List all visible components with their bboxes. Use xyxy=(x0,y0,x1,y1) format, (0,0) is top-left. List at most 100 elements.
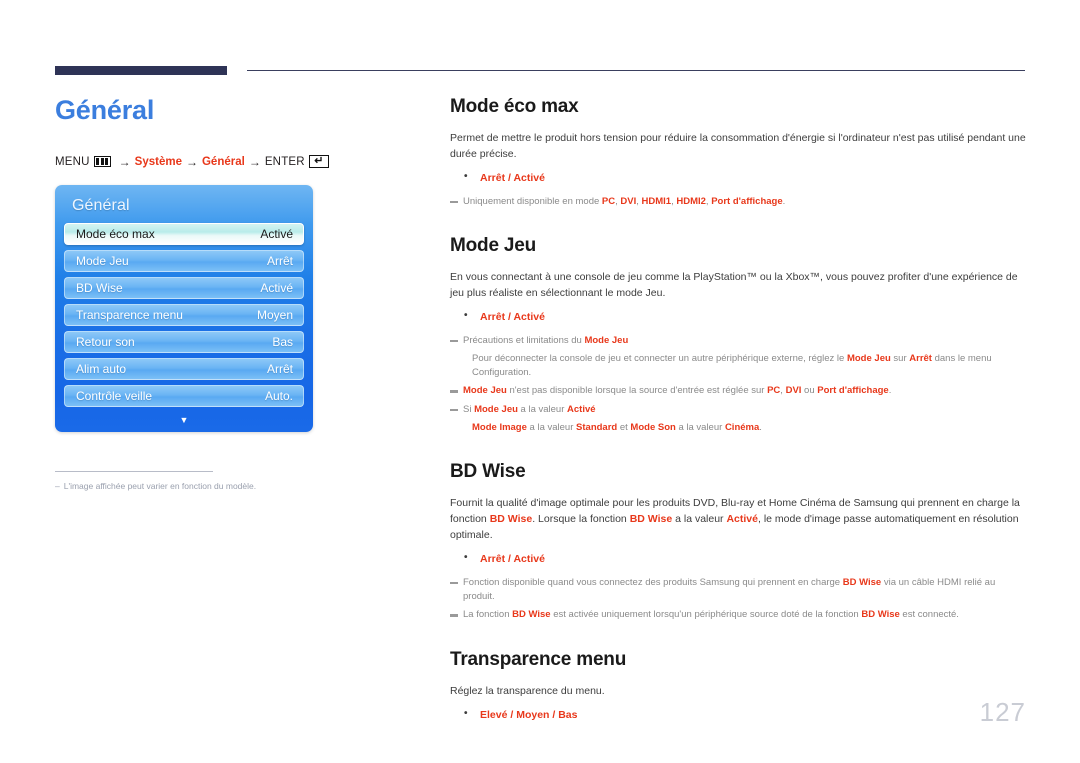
breadcrumb-menu-label: MENU xyxy=(55,155,90,168)
note-source-device: La fonction BD Wise est activée uniqueme… xyxy=(450,608,1028,622)
note-text: est activée uniquement lorsqu'un périphé… xyxy=(550,609,862,621)
footnote-text: L'image affichée peut varier en fonction… xyxy=(63,480,257,491)
note-if-active-detail: Mode Image a la valeur Standard et Mode … xyxy=(450,421,1028,435)
note-availability: Uniquement disponible en mode PC, DVI, H… xyxy=(450,195,1028,209)
note-bold-displayport: Port d'affichage xyxy=(711,195,783,207)
option-item: Arrêt / Activé xyxy=(464,308,1028,326)
osd-row-value: Arrêt xyxy=(266,253,293,268)
breadcrumb-step-systeme: Système xyxy=(134,155,182,168)
note-bold-arret: Arrêt xyxy=(909,352,932,364)
note-bold-mode-jeu: Mode Jeu xyxy=(463,385,507,397)
osd-row-value: Activé xyxy=(260,226,293,241)
chevron-down-icon[interactable]: ▼ xyxy=(55,415,313,425)
section-mode-eco-max: Mode éco max Permet de mettre le produit… xyxy=(450,96,1028,209)
page-number: 127 xyxy=(979,697,1026,727)
left-footnote-block: – L'image affichée peut varier en foncti… xyxy=(55,470,256,493)
note-bold-displayport: Port d'affichage xyxy=(817,385,889,397)
note-bold-dvi: DVI xyxy=(620,195,637,207)
footnote-divider xyxy=(55,470,213,472)
section-transparence-menu: Transparence menu Réglez la transparence… xyxy=(450,649,1028,724)
section-body: Fournit la qualité d'image optimale pour… xyxy=(450,496,1028,544)
osd-row-mode-eco-max[interactable]: Mode éco max Activé xyxy=(64,222,304,245)
osd-panel-title: Général xyxy=(72,196,130,214)
note-text: et xyxy=(617,421,631,433)
note-text: La fonction xyxy=(463,609,513,621)
body-bold-bd-wise: BD Wise xyxy=(489,513,533,526)
note-period: . xyxy=(782,195,786,207)
note-text: Fonction disponible quand vous connectez… xyxy=(463,576,843,588)
note-precautions-detail: Pour déconnecter la console de jeu et co… xyxy=(450,352,1028,381)
enter-return-icon: ↵ xyxy=(308,155,329,169)
section-title: Mode éco max xyxy=(450,96,579,117)
note-period: . xyxy=(888,385,892,397)
note-bold-mode-son: Mode Son xyxy=(630,421,676,433)
body-text: a la valeur xyxy=(672,513,727,526)
body-text: . Lorsque la fonction xyxy=(532,513,630,526)
manual-page: Général MENU → Système → Général → ENTER… xyxy=(0,0,1080,763)
note-bold-mode-jeu: Mode Jeu xyxy=(846,352,891,364)
note-source-restriction: Mode Jeu n'est pas disponible lorsque la… xyxy=(450,384,1028,398)
breadcrumb-arrow-icon-2: → xyxy=(185,154,198,169)
note-text: est connecté. xyxy=(899,609,959,621)
footnote-dash-icon: – xyxy=(55,480,60,491)
osd-row-label: Contrôle veille xyxy=(76,388,153,403)
note-bold-hdmi2: HDMI2 xyxy=(676,195,706,207)
osd-row-label: Mode éco max xyxy=(76,226,155,241)
osd-row-value: Arrêt xyxy=(266,361,293,376)
osd-row-label: Transparence menu xyxy=(76,307,183,322)
option-item: Arrêt / Activé xyxy=(464,169,1028,187)
osd-row-mode-jeu[interactable]: Mode Jeu Arrêt xyxy=(64,249,304,272)
section-title: BD Wise xyxy=(450,461,526,483)
section-title: Transparence menu xyxy=(450,648,627,670)
note-text: Précautions et limitations du xyxy=(463,334,585,346)
section-body: Permet de mettre le produit hors tension… xyxy=(450,132,1026,160)
section-mode-jeu: Mode Jeu En vous connectant à une consol… xyxy=(450,235,1028,435)
right-column: Mode éco max Permet de mettre le produit… xyxy=(450,96,1028,731)
breadcrumb-arrow-icon-3: → xyxy=(248,154,261,169)
osd-row-label: Alim auto xyxy=(76,361,127,376)
note-if-active: Si Mode Jeu a la valeur Activé xyxy=(450,403,1028,417)
option-list: Arrêt / Activé xyxy=(450,169,1028,187)
note-sep: ou xyxy=(801,385,818,397)
osd-menu-panel: Général Mode éco max Activé Mode Jeu Arr… xyxy=(55,184,313,432)
osd-row-alim-auto[interactable]: Alim auto Arrêt xyxy=(64,357,304,380)
osd-row-controle-veille[interactable]: Contrôle veille Auto. xyxy=(64,384,304,407)
note-text: Si xyxy=(463,403,475,415)
osd-row-transparence-menu[interactable]: Transparence menu Moyen xyxy=(64,303,304,326)
section-title: Mode Jeu xyxy=(450,234,537,256)
note-text: Uniquement disponible en mode xyxy=(463,195,602,207)
osd-row-value: Bas xyxy=(272,334,293,349)
note-bold-bd-wise: BD Wise xyxy=(512,609,551,621)
osd-row-label: Mode Jeu xyxy=(76,253,129,268)
left-column: Général MENU → Système → Général → ENTER… xyxy=(55,95,415,493)
section-body: Réglez la transparence du menu. xyxy=(450,684,605,697)
body-bold-active: Activé xyxy=(726,513,758,526)
osd-row-bd-wise[interactable]: BD Wise Activé xyxy=(64,276,304,299)
breadcrumb-arrow-icon-1: → xyxy=(118,154,131,169)
osd-row-label: BD Wise xyxy=(76,280,123,295)
note-bold-hdmi1: HDMI1 xyxy=(641,195,672,207)
note-text: sur xyxy=(890,352,910,364)
note-bold-mode-image: Mode Image xyxy=(472,421,527,433)
option-list: Arrêt / Activé xyxy=(450,308,1028,326)
osd-row-value: Moyen xyxy=(256,307,293,322)
note-text: Pour déconnecter la console de jeu et co… xyxy=(472,352,847,364)
note-text: a la valeur xyxy=(526,421,577,433)
note-text: a la valeur xyxy=(517,403,568,415)
note-bold-mode-jeu: Mode Jeu xyxy=(584,334,629,346)
note-period: . xyxy=(759,421,762,433)
header-rule-thin xyxy=(247,70,1025,71)
header-rule-thick xyxy=(55,66,227,75)
option-list: Arrêt / Activé xyxy=(450,550,1028,568)
note-bold-mode-jeu: Mode Jeu xyxy=(474,403,518,415)
option-list: Elevé / Moyen / Bas xyxy=(450,706,1028,724)
note-bold-pc: PC xyxy=(767,385,781,397)
note-hdmi-connection: Fonction disponible quand vous connectez… xyxy=(450,576,1028,605)
body-bold-bd-wise: BD Wise xyxy=(629,513,673,526)
note-bold-bd-wise: BD Wise xyxy=(861,609,900,621)
osd-row-retour-son[interactable]: Retour son Bas xyxy=(64,330,304,353)
osd-row-value: Auto. xyxy=(264,388,293,403)
note-bold-standard: Standard xyxy=(576,421,618,433)
option-item: Arrêt / Activé xyxy=(464,550,1028,568)
breadcrumb-step-general: Général xyxy=(201,155,245,168)
